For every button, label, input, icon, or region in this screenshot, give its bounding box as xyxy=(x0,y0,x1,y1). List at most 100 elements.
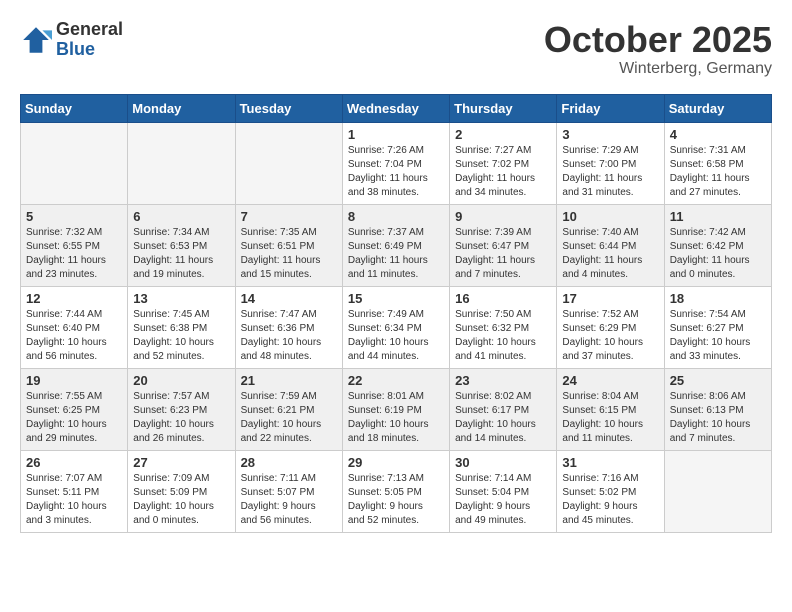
day-info: Sunrise: 7:50 AM Sunset: 6:32 PM Dayligh… xyxy=(455,308,551,364)
day-number: 30 xyxy=(455,455,551,470)
day-number: 18 xyxy=(670,291,766,306)
day-number: 13 xyxy=(133,291,229,306)
day-number: 27 xyxy=(133,455,229,470)
day-number: 16 xyxy=(455,291,551,306)
calendar-cell xyxy=(128,122,235,204)
calendar-week-row: 26 Sunrise: 7:07 AM Sunset: 5:11 PM Dayli… xyxy=(21,450,772,532)
calendar-cell: 3Sunrise: 7:29 AM Sunset: 7:00 PM Daylig… xyxy=(557,122,664,204)
calendar-cell: 29Sunrise: 7:13 AM Sunset: 5:05 PM Dayli… xyxy=(342,450,449,532)
calendar-cell: 7Sunrise: 7:35 AM Sunset: 6:51 PM Daylig… xyxy=(235,204,342,286)
day-number: 12 xyxy=(26,291,122,306)
day-info: Sunrise: 7:09 AM Sunset: 5:09 PM Dayligh… xyxy=(133,472,229,528)
weekday-header: Wednesday xyxy=(342,94,449,122)
day-number: 20 xyxy=(133,373,229,388)
day-info: Sunrise: 7:11 AM Sunset: 5:07 PM Dayligh… xyxy=(241,472,337,528)
day-info: Sunrise: 7:54 AM Sunset: 6:27 PM Dayligh… xyxy=(670,308,766,364)
calendar-cell: 27 Sunrise: 7:09 AM Sunset: 5:09 PM Dayli… xyxy=(128,450,235,532)
weekday-header: Tuesday xyxy=(235,94,342,122)
calendar-cell: 15 Sunrise: 7:49 AM Sunset: 6:34 PM Dayli… xyxy=(342,286,449,368)
day-number: 29 xyxy=(348,455,444,470)
calendar-cell: 19 Sunrise: 7:55 AM Sunset: 6:25 PM Dayli… xyxy=(21,368,128,450)
day-info: Sunrise: 7:32 AM Sunset: 6:55 PM Dayligh… xyxy=(26,226,122,282)
day-number: 8 xyxy=(348,209,444,224)
calendar-cell: 18 Sunrise: 7:54 AM Sunset: 6:27 PM Dayli… xyxy=(664,286,771,368)
calendar-cell: 9 Sunrise: 7:39 AM Sunset: 6:47 PM Daylig… xyxy=(450,204,557,286)
day-info: Sunrise: 7:52 AM Sunset: 6:29 PM Dayligh… xyxy=(562,308,658,364)
calendar-cell: 21 Sunrise: 7:59 AM Sunset: 6:21 PM Dayli… xyxy=(235,368,342,450)
location-subtitle: Winterberg, Germany xyxy=(544,60,772,78)
calendar-cell: 5 Sunrise: 7:32 AM Sunset: 6:55 PM Daylig… xyxy=(21,204,128,286)
day-info: Sunrise: 7:07 AM Sunset: 5:11 PM Dayligh… xyxy=(26,472,122,528)
logo-general: General xyxy=(56,20,123,40)
logo-icon xyxy=(20,24,52,56)
day-info: Sunrise: 7:40 AM Sunset: 6:44 PM Dayligh… xyxy=(562,226,658,282)
calendar-cell: 4 Sunrise: 7:31 AM Sunset: 6:58 PM Daylig… xyxy=(664,122,771,204)
calendar-cell xyxy=(21,122,128,204)
page-header: General Blue October 2025 Winterberg, Ge… xyxy=(20,20,772,78)
day-number: 21 xyxy=(241,373,337,388)
calendar-table: SundayMondayTuesdayWednesdayThursdayFrid… xyxy=(20,94,772,533)
calendar-cell: 13 Sunrise: 7:45 AM Sunset: 6:38 PM Dayli… xyxy=(128,286,235,368)
weekday-header-row: SundayMondayTuesdayWednesdayThursdayFrid… xyxy=(21,94,772,122)
calendar-cell: 8Sunrise: 7:37 AM Sunset: 6:49 PM Daylig… xyxy=(342,204,449,286)
calendar-cell xyxy=(235,122,342,204)
day-info: Sunrise: 7:34 AM Sunset: 6:53 PM Dayligh… xyxy=(133,226,229,282)
day-number: 14 xyxy=(241,291,337,306)
day-number: 10 xyxy=(562,209,658,224)
day-info: Sunrise: 7:14 AM Sunset: 5:04 PM Dayligh… xyxy=(455,472,551,528)
day-number: 9 xyxy=(455,209,551,224)
weekday-header: Sunday xyxy=(21,94,128,122)
title-area: October 2025 Winterberg, Germany xyxy=(544,20,772,78)
day-number: 5 xyxy=(26,209,122,224)
day-info: Sunrise: 7:35 AM Sunset: 6:51 PM Dayligh… xyxy=(241,226,337,282)
calendar-cell: 26 Sunrise: 7:07 AM Sunset: 5:11 PM Dayli… xyxy=(21,450,128,532)
day-info: Sunrise: 7:59 AM Sunset: 6:21 PM Dayligh… xyxy=(241,390,337,446)
day-number: 11 xyxy=(670,209,766,224)
calendar-cell: 6 Sunrise: 7:34 AM Sunset: 6:53 PM Daylig… xyxy=(128,204,235,286)
month-title: October 2025 xyxy=(544,20,772,60)
day-info: Sunrise: 7:26 AM Sunset: 7:04 PM Dayligh… xyxy=(348,144,444,200)
calendar-cell: 11Sunrise: 7:42 AM Sunset: 6:42 PM Dayli… xyxy=(664,204,771,286)
day-info: Sunrise: 7:29 AM Sunset: 7:00 PM Dayligh… xyxy=(562,144,658,200)
calendar-week-row: 12 Sunrise: 7:44 AM Sunset: 6:40 PM Dayli… xyxy=(21,286,772,368)
day-number: 19 xyxy=(26,373,122,388)
calendar-cell: 10 Sunrise: 7:40 AM Sunset: 6:44 PM Dayli… xyxy=(557,204,664,286)
logo: General Blue xyxy=(20,20,123,60)
day-number: 2 xyxy=(455,127,551,142)
logo-blue: Blue xyxy=(56,40,123,60)
day-info: Sunrise: 7:45 AM Sunset: 6:38 PM Dayligh… xyxy=(133,308,229,364)
day-info: Sunrise: 8:02 AM Sunset: 6:17 PM Dayligh… xyxy=(455,390,551,446)
day-number: 23 xyxy=(455,373,551,388)
calendar-week-row: 19 Sunrise: 7:55 AM Sunset: 6:25 PM Dayli… xyxy=(21,368,772,450)
calendar-cell: 17Sunrise: 7:52 AM Sunset: 6:29 PM Dayli… xyxy=(557,286,664,368)
day-number: 26 xyxy=(26,455,122,470)
calendar-cell: 2Sunrise: 7:27 AM Sunset: 7:02 PM Daylig… xyxy=(450,122,557,204)
weekday-header: Saturday xyxy=(664,94,771,122)
day-number: 25 xyxy=(670,373,766,388)
day-number: 15 xyxy=(348,291,444,306)
calendar-cell: 31Sunrise: 7:16 AM Sunset: 5:02 PM Dayli… xyxy=(557,450,664,532)
day-info: Sunrise: 7:39 AM Sunset: 6:47 PM Dayligh… xyxy=(455,226,551,282)
day-info: Sunrise: 7:47 AM Sunset: 6:36 PM Dayligh… xyxy=(241,308,337,364)
day-number: 4 xyxy=(670,127,766,142)
calendar-cell: 1Sunrise: 7:26 AM Sunset: 7:04 PM Daylig… xyxy=(342,122,449,204)
day-number: 24 xyxy=(562,373,658,388)
calendar-cell: 25 Sunrise: 8:06 AM Sunset: 6:13 PM Dayli… xyxy=(664,368,771,450)
calendar-week-row: 1Sunrise: 7:26 AM Sunset: 7:04 PM Daylig… xyxy=(21,122,772,204)
calendar-cell: 22Sunrise: 8:01 AM Sunset: 6:19 PM Dayli… xyxy=(342,368,449,450)
logo-text: General Blue xyxy=(56,20,123,60)
day-info: Sunrise: 7:55 AM Sunset: 6:25 PM Dayligh… xyxy=(26,390,122,446)
calendar-cell: 12 Sunrise: 7:44 AM Sunset: 6:40 PM Dayli… xyxy=(21,286,128,368)
weekday-header: Thursday xyxy=(450,94,557,122)
day-info: Sunrise: 7:31 AM Sunset: 6:58 PM Dayligh… xyxy=(670,144,766,200)
day-info: Sunrise: 7:49 AM Sunset: 6:34 PM Dayligh… xyxy=(348,308,444,364)
calendar-cell: 14 Sunrise: 7:47 AM Sunset: 6:36 PM Dayli… xyxy=(235,286,342,368)
day-number: 6 xyxy=(133,209,229,224)
day-number: 22 xyxy=(348,373,444,388)
calendar-week-row: 5 Sunrise: 7:32 AM Sunset: 6:55 PM Daylig… xyxy=(21,204,772,286)
day-info: Sunrise: 7:44 AM Sunset: 6:40 PM Dayligh… xyxy=(26,308,122,364)
day-info: Sunrise: 7:16 AM Sunset: 5:02 PM Dayligh… xyxy=(562,472,658,528)
day-info: Sunrise: 8:04 AM Sunset: 6:15 PM Dayligh… xyxy=(562,390,658,446)
day-info: Sunrise: 7:57 AM Sunset: 6:23 PM Dayligh… xyxy=(133,390,229,446)
day-info: Sunrise: 8:06 AM Sunset: 6:13 PM Dayligh… xyxy=(670,390,766,446)
